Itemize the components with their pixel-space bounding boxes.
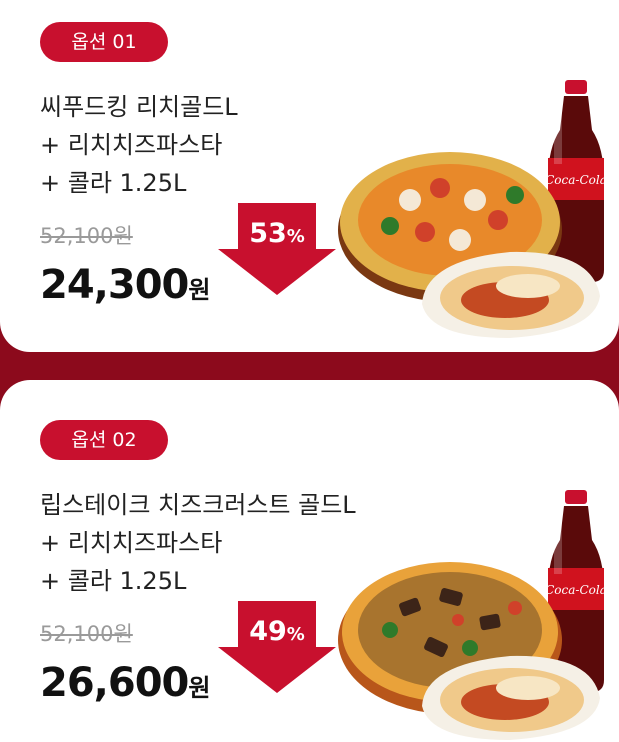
discount-value: 49 <box>249 616 287 647</box>
pizza-pasta-cola-image: Coca-Cola <box>338 490 607 740</box>
down-arrow-icon <box>218 601 336 693</box>
option-badge: 옵션 02 <box>40 420 168 460</box>
title-line-1: 립스테이크 치즈크러스트 골드L <box>40 491 356 519</box>
title-line-2: + 리치치즈파스타 <box>40 529 223 557</box>
discount-rate: 53% <box>218 218 336 249</box>
sale-price-value: 24,300 <box>40 262 189 308</box>
title-line-2: + 리치치즈파스타 <box>40 131 223 159</box>
title-line-1: 씨푸드킹 리치골드L <box>40 93 238 121</box>
pizza-pasta-cola-image: Coca-Cola <box>338 80 607 338</box>
option-badge: 옵션 01 <box>40 22 168 62</box>
sale-price: 26,600원 <box>40 660 210 706</box>
sale-price-unit: 원 <box>188 674 211 702</box>
sale-price-unit: 원 <box>188 276 211 304</box>
discount-rate: 49% <box>218 616 336 647</box>
title-line-3: + 콜라 1.25L <box>40 567 187 595</box>
discount-value: 53 <box>249 218 287 249</box>
title-line-3: + 콜라 1.25L <box>40 169 187 197</box>
svg-text:Coca-Cola: Coca-Cola <box>545 583 607 597</box>
option-card-1[interactable]: 옵션 01 씨푸드킹 리치골드L + 리치치즈파스타 + 콜라 1.25L 52… <box>0 0 619 352</box>
discount-unit: % <box>286 624 305 645</box>
sale-price-value: 26,600 <box>40 660 189 706</box>
option-card-2[interactable]: 옵션 02 립스테이크 치즈크러스트 골드L + 리치치즈파스타 + 콜라 1.… <box>0 380 619 742</box>
set-title: 씨푸드킹 리치골드L + 리치치즈파스타 + 콜라 1.25L <box>40 88 238 202</box>
down-arrow-icon <box>218 203 336 295</box>
set-title: 립스테이크 치즈크러스트 골드L + 리치치즈파스타 + 콜라 1.25L <box>40 486 356 600</box>
discount-unit: % <box>286 226 305 247</box>
sale-price: 24,300원 <box>40 262 210 308</box>
original-price: 52,100원 <box>40 224 133 248</box>
original-price: 52,100원 <box>40 622 133 646</box>
svg-text:Coca-Cola: Coca-Cola <box>545 173 607 187</box>
